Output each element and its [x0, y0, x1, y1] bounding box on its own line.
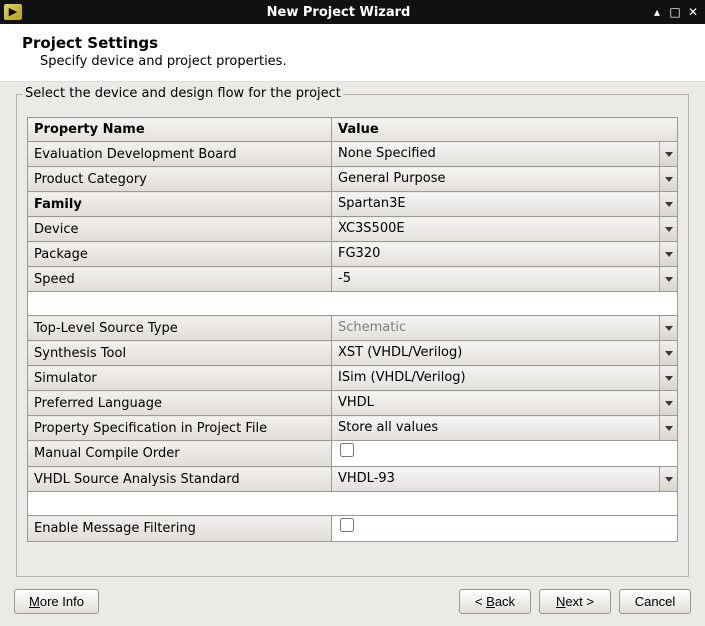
- dropdown-arrow-icon[interactable]: [659, 167, 677, 191]
- property-label: Enable Message Filtering: [28, 516, 332, 542]
- property-checkbox-cell[interactable]: [332, 441, 678, 467]
- property-value: Store all values: [332, 416, 677, 440]
- property-value: Spartan3E: [332, 192, 677, 216]
- property-value-cell[interactable]: XC3S500E: [332, 217, 678, 242]
- wizard-footer: More Info < Back Next > Cancel: [0, 583, 705, 626]
- property-value: General Purpose: [332, 167, 677, 191]
- table-row: Speed-5: [28, 267, 678, 292]
- property-label: Speed: [28, 267, 332, 292]
- table-row: Top-Level Source TypeSchematic: [28, 316, 678, 341]
- property-value: XST (VHDL/Verilog): [332, 341, 677, 365]
- window-body: Project Settings Specify device and proj…: [0, 24, 705, 626]
- spacer-row: [28, 492, 678, 516]
- table-row: Enable Message Filtering: [28, 516, 678, 542]
- checkbox[interactable]: [340, 518, 354, 532]
- property-value: Schematic: [332, 316, 677, 340]
- property-label: Product Category: [28, 167, 332, 192]
- property-value-cell[interactable]: Spartan3E: [332, 192, 678, 217]
- property-label: Package: [28, 242, 332, 267]
- page-subtitle: Specify device and project properties.: [40, 54, 687, 69]
- dropdown-arrow-icon[interactable]: [659, 242, 677, 266]
- dropdown-arrow-icon[interactable]: [659, 217, 677, 241]
- table-row: Property Specification in Project FileSt…: [28, 416, 678, 441]
- wizard-header: Project Settings Specify device and proj…: [0, 24, 705, 82]
- spacer-row: [28, 292, 678, 316]
- dropdown-arrow-icon[interactable]: [659, 391, 677, 415]
- group-legend: Select the device and design flow for th…: [23, 86, 343, 101]
- window-title: New Project Wizard: [30, 5, 647, 20]
- property-value: XC3S500E: [332, 217, 677, 241]
- property-value-cell[interactable]: ISim (VHDL/Verilog): [332, 366, 678, 391]
- property-label: VHDL Source Analysis Standard: [28, 467, 332, 492]
- table-row: Evaluation Development BoardNone Specifi…: [28, 142, 678, 167]
- close-button[interactable]: ✕: [685, 4, 701, 20]
- checkbox[interactable]: [340, 443, 354, 457]
- property-label: Family: [28, 192, 332, 217]
- property-value-cell[interactable]: FG320: [332, 242, 678, 267]
- table-row: Preferred LanguageVHDL: [28, 391, 678, 416]
- property-value: VHDL: [332, 391, 677, 415]
- table-row: DeviceXC3S500E: [28, 217, 678, 242]
- property-label: Evaluation Development Board: [28, 142, 332, 167]
- property-value-cell[interactable]: VHDL: [332, 391, 678, 416]
- property-label: Property Specification in Project File: [28, 416, 332, 441]
- dropdown-arrow-icon[interactable]: [659, 142, 677, 166]
- property-checkbox-cell[interactable]: [332, 516, 678, 542]
- property-value: FG320: [332, 242, 677, 266]
- table-row: FamilySpartan3E: [28, 192, 678, 217]
- dropdown-arrow-icon[interactable]: [659, 192, 677, 216]
- property-value: -5: [332, 267, 677, 291]
- col-header-value: Value: [332, 118, 678, 142]
- titlebar: ▶ New Project Wizard ▴ □ ✕: [0, 0, 705, 24]
- property-label: Preferred Language: [28, 391, 332, 416]
- properties-table: Property Name Value Evaluation Developme…: [27, 117, 678, 542]
- property-value: None Specified: [332, 142, 677, 166]
- property-value: VHDL-93: [332, 467, 677, 491]
- next-button[interactable]: Next >: [539, 589, 611, 614]
- table-row: Product CategoryGeneral Purpose: [28, 167, 678, 192]
- property-label: Simulator: [28, 366, 332, 391]
- table-row: PackageFG320: [28, 242, 678, 267]
- back-button[interactable]: < Back: [459, 589, 531, 614]
- dropdown-arrow-icon[interactable]: [659, 316, 677, 340]
- dropdown-arrow-icon[interactable]: [659, 416, 677, 440]
- dropdown-arrow-icon[interactable]: [659, 467, 677, 491]
- page-title: Project Settings: [22, 34, 687, 52]
- property-value-cell[interactable]: XST (VHDL/Verilog): [332, 341, 678, 366]
- table-row: Manual Compile Order: [28, 441, 678, 467]
- property-label: Top-Level Source Type: [28, 316, 332, 341]
- table-row: SimulatorISim (VHDL/Verilog): [28, 366, 678, 391]
- col-header-property: Property Name: [28, 118, 332, 142]
- rollup-button[interactable]: ▴: [649, 4, 665, 20]
- property-label: Manual Compile Order: [28, 441, 332, 467]
- property-value-cell[interactable]: Store all values: [332, 416, 678, 441]
- dropdown-arrow-icon[interactable]: [659, 267, 677, 291]
- dropdown-arrow-icon[interactable]: [659, 366, 677, 390]
- property-value-cell[interactable]: General Purpose: [332, 167, 678, 192]
- property-value-cell[interactable]: VHDL-93: [332, 467, 678, 492]
- property-value-cell[interactable]: -5: [332, 267, 678, 292]
- table-row: Synthesis ToolXST (VHDL/Verilog): [28, 341, 678, 366]
- app-icon: ▶: [4, 4, 22, 20]
- table-header-row: Property Name Value: [28, 118, 678, 142]
- content-area: Select the device and design flow for th…: [0, 82, 705, 583]
- property-label: Synthesis Tool: [28, 341, 332, 366]
- maximize-button[interactable]: □: [667, 4, 683, 20]
- device-group: Select the device and design flow for th…: [16, 94, 689, 577]
- property-value-cell[interactable]: None Specified: [332, 142, 678, 167]
- more-info-button[interactable]: More Info: [14, 589, 99, 614]
- cancel-button[interactable]: Cancel: [619, 589, 691, 614]
- dropdown-arrow-icon[interactable]: [659, 341, 677, 365]
- property-value-cell: Schematic: [332, 316, 678, 341]
- table-row: VHDL Source Analysis StandardVHDL-93: [28, 467, 678, 492]
- property-label: Device: [28, 217, 332, 242]
- property-value: ISim (VHDL/Verilog): [332, 366, 677, 390]
